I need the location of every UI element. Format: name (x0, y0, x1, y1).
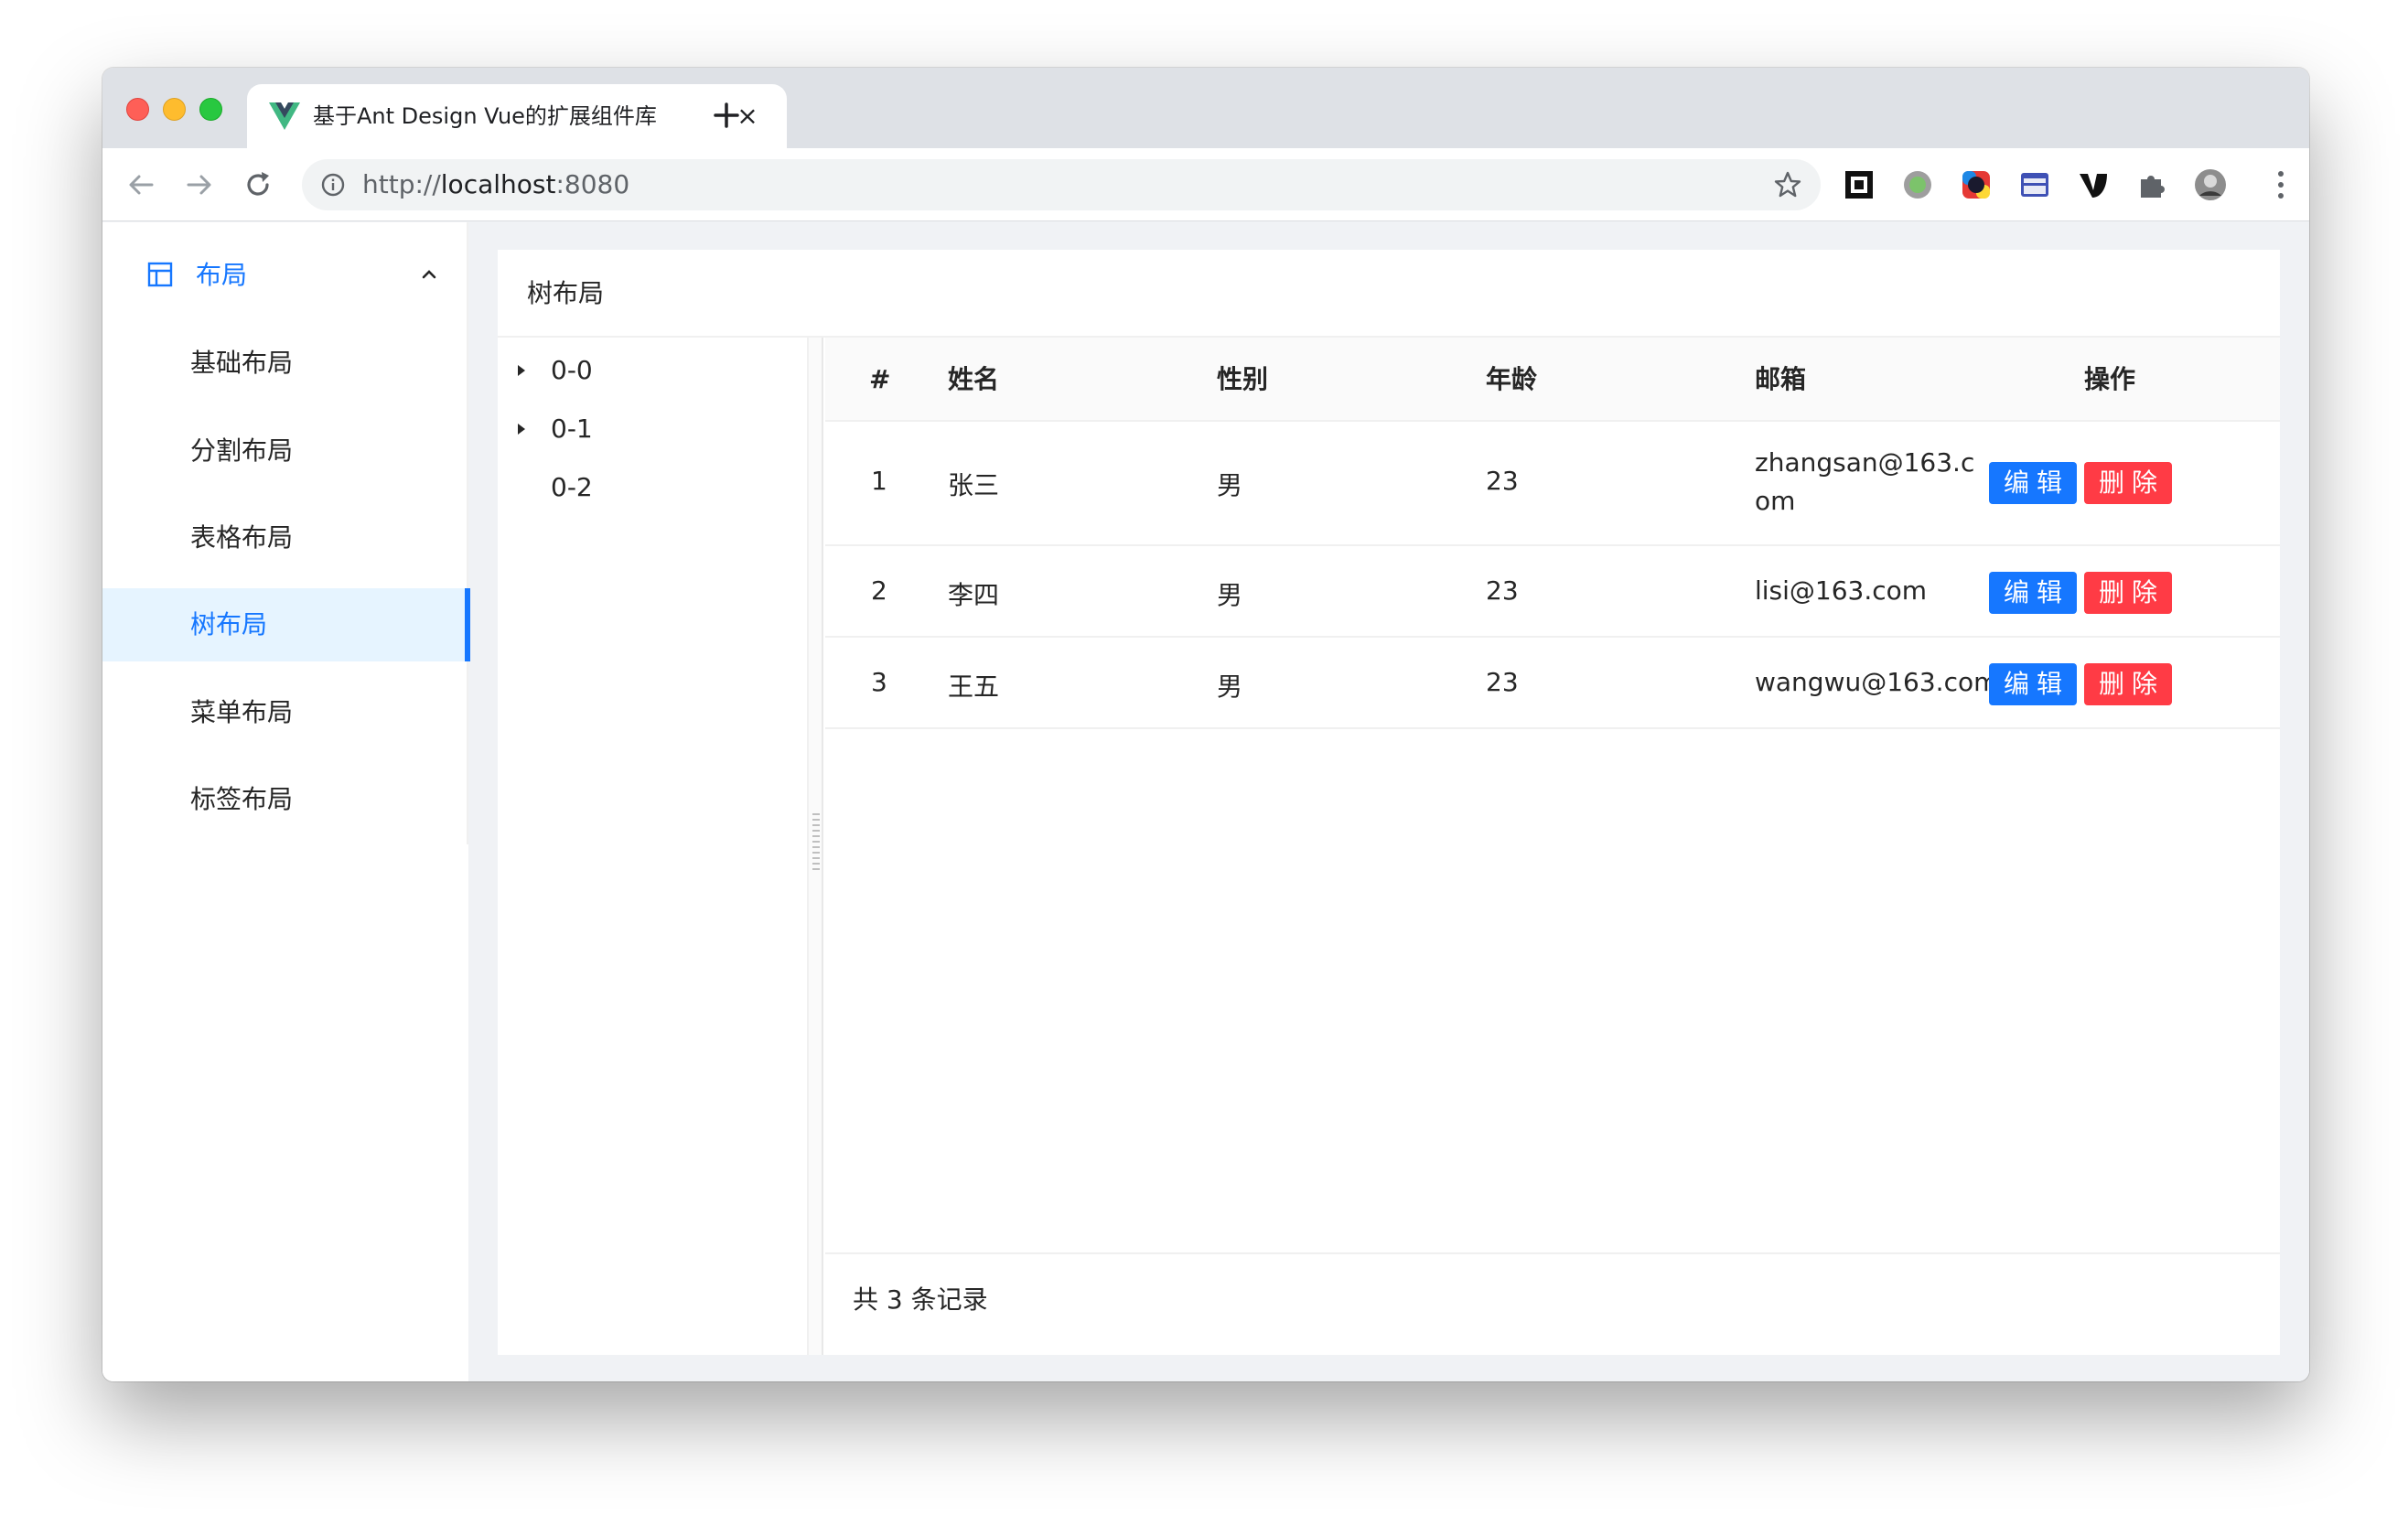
row-gender: 男 (1217, 470, 1243, 500)
record-count: 共 3 条记录 (853, 1284, 988, 1315)
edit-button[interactable]: 编辑 (1989, 572, 2077, 614)
tree-node[interactable]: 0-0 (498, 341, 809, 400)
submenu-label: 布局 (196, 260, 248, 290)
row-email: lisi@163.com (1755, 575, 1928, 606)
tree-node[interactable]: 0-1 (498, 400, 809, 458)
delete-button[interactable]: 删除 (2084, 572, 2172, 614)
table-row: 2 李四 男 23 lisi@163.com 编辑 删除 (825, 548, 2280, 638)
extensions-puzzle-icon[interactable] (2135, 168, 2168, 201)
row-name: 王五 (948, 672, 1000, 702)
forward-arrow-icon[interactable] (179, 165, 220, 205)
vue-logo-icon (269, 102, 300, 130)
row-name: 李四 (948, 580, 1000, 610)
row-age: 23 (1486, 466, 1519, 496)
sidebar-item-basic-layout[interactable]: 基础布局 (102, 327, 468, 400)
delete-button[interactable]: 删除 (2084, 663, 2172, 705)
bookmark-star-icon[interactable] (1773, 170, 1802, 199)
status-extension-icon[interactable] (1901, 168, 1934, 201)
window-extension-icon[interactable] (2018, 168, 2051, 201)
reload-icon[interactable] (238, 165, 278, 205)
qr-extension-icon[interactable] (1843, 168, 1876, 201)
caret-right-icon[interactable] (514, 422, 529, 436)
zoom-window-button[interactable] (199, 98, 222, 121)
sidebar-item-menu-layout[interactable]: 菜单布局 (102, 676, 468, 749)
row-name: 张三 (948, 470, 1000, 500)
color-picker-extension-icon[interactable] (1960, 168, 1993, 201)
back-arrow-icon[interactable] (121, 165, 161, 205)
table-row: 3 王五 男 23 wangwu@163.com 编辑 删除 (825, 639, 2280, 729)
layout-icon (147, 262, 173, 287)
data-table: # 姓名 性别 年龄 邮箱 操作 1 张三 男 23 zhangsan@163.… (825, 338, 2280, 1355)
tab-title: 基于Ant Design Vue的扩展组件库 (313, 101, 715, 132)
page-title: 树布局 (527, 278, 605, 308)
minimize-window-button[interactable] (163, 98, 186, 121)
row-email: wangwu@163.com (1755, 667, 1999, 697)
drag-grip-icon[interactable] (812, 813, 820, 872)
browser-window: 基于Ant Design Vue的扩展组件库 × http://localhos… (102, 68, 2309, 1381)
tree-node[interactable]: 0-2 (498, 458, 809, 517)
table-header: # 姓名 性别 年龄 邮箱 操作 (825, 338, 2280, 422)
sidebar-item-tree-layout[interactable]: 树布局 (102, 588, 470, 661)
column-header: 年龄 (1486, 364, 1538, 394)
edit-button[interactable]: 编辑 (1989, 462, 2077, 504)
url-text[interactable]: http://localhost:8080 (362, 159, 629, 210)
row-age: 23 (1486, 667, 1519, 697)
row-gender: 男 (1217, 672, 1243, 702)
row-age: 23 (1486, 575, 1519, 606)
column-header: 操作 (2084, 364, 2136, 394)
vd-extension-icon[interactable] (2077, 168, 2110, 201)
column-header: 邮箱 (1755, 364, 1807, 394)
sidebar-menu: 布局 基础布局 分割布局 表格布局 树布局 菜单布局 标签布局 (102, 222, 470, 844)
submenu-layout[interactable]: 布局 (102, 239, 468, 312)
column-header: 性别 (1217, 364, 1269, 394)
tree-layout-panel: 树布局 0-0 0-1 0-2 # 姓名 性别 年龄 邮箱 操作 1 张三 男 … (498, 250, 2280, 1355)
table-footer: 共 3 条记录 (825, 1252, 2280, 1355)
tree-pane: 0-0 0-1 0-2 (498, 338, 809, 1355)
browser-menu-icon[interactable] (2276, 168, 2285, 201)
delete-button[interactable]: 删除 (2084, 462, 2172, 504)
page-content: 布局 基础布局 分割布局 表格布局 树布局 菜单布局 标签布局 树布局 0-0 … (102, 222, 2309, 1381)
site-info-icon[interactable] (320, 172, 346, 198)
sidebar-item-table-layout[interactable]: 表格布局 (102, 501, 468, 575)
row-index: 1 (871, 466, 887, 496)
address-bar[interactable]: http://localhost:8080 (302, 159, 1821, 210)
sidebar-item-split-layout[interactable]: 分割布局 (102, 414, 468, 488)
caret-right-icon[interactable] (514, 363, 529, 378)
profile-avatar-icon[interactable] (2194, 168, 2227, 201)
sidebar-item-tabs-layout[interactable]: 标签布局 (102, 763, 468, 836)
row-email: zhangsan@163.com (1755, 447, 1975, 516)
column-header: # (869, 364, 891, 394)
close-window-button[interactable] (126, 98, 149, 121)
edit-button[interactable]: 编辑 (1989, 663, 2077, 705)
row-index: 3 (871, 667, 887, 697)
column-header: 姓名 (948, 364, 1000, 394)
row-gender: 男 (1217, 580, 1243, 610)
panel-header: 树布局 (498, 250, 2280, 338)
row-index: 2 (871, 575, 887, 606)
tab-strip: 基于Ant Design Vue的扩展组件库 × (102, 68, 2309, 148)
sidebar: 布局 基础布局 分割布局 表格布局 树布局 菜单布局 标签布局 (102, 222, 470, 1381)
new-tab-icon[interactable] (706, 95, 747, 135)
browser-toolbar: http://localhost:8080 (102, 148, 2309, 221)
split-divider[interactable] (809, 338, 823, 1355)
chevron-up-icon (422, 270, 436, 279)
table-row: 1 张三 男 23 zhangsan@163.com 编辑 删除 (825, 422, 2280, 546)
